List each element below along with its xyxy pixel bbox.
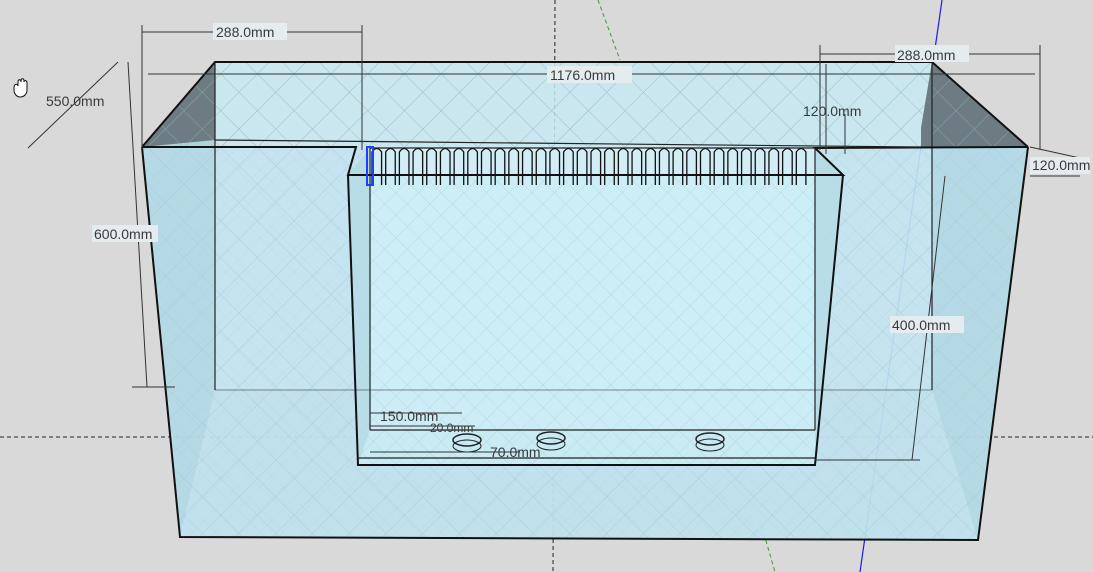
dim-top-left-width: 288.0mm [216, 24, 274, 40]
dim-right-offset: 120.0mm [1032, 157, 1090, 173]
dim-sump-height: 400.0mm [892, 317, 950, 333]
dim-comb-height: 120.0mm [803, 103, 861, 119]
dim-top-right-width: 288.0mm [897, 47, 955, 63]
dim-depth: 550.0mm [46, 93, 104, 109]
green-axis [597, 0, 621, 61]
model-viewport[interactable]: 288.0mm 288.0mm 1176.0mm 550.0mm 600.0mm… [0, 0, 1093, 572]
dim-overall-length: 1176.0mm [550, 67, 615, 83]
pan-hand-icon [13, 78, 28, 98]
dim-height: 600.0mm [94, 226, 152, 242]
dim-bottom-offset: 70.0mm [490, 444, 541, 460]
dim-hole-offset: 20.0mm [430, 421, 473, 435]
